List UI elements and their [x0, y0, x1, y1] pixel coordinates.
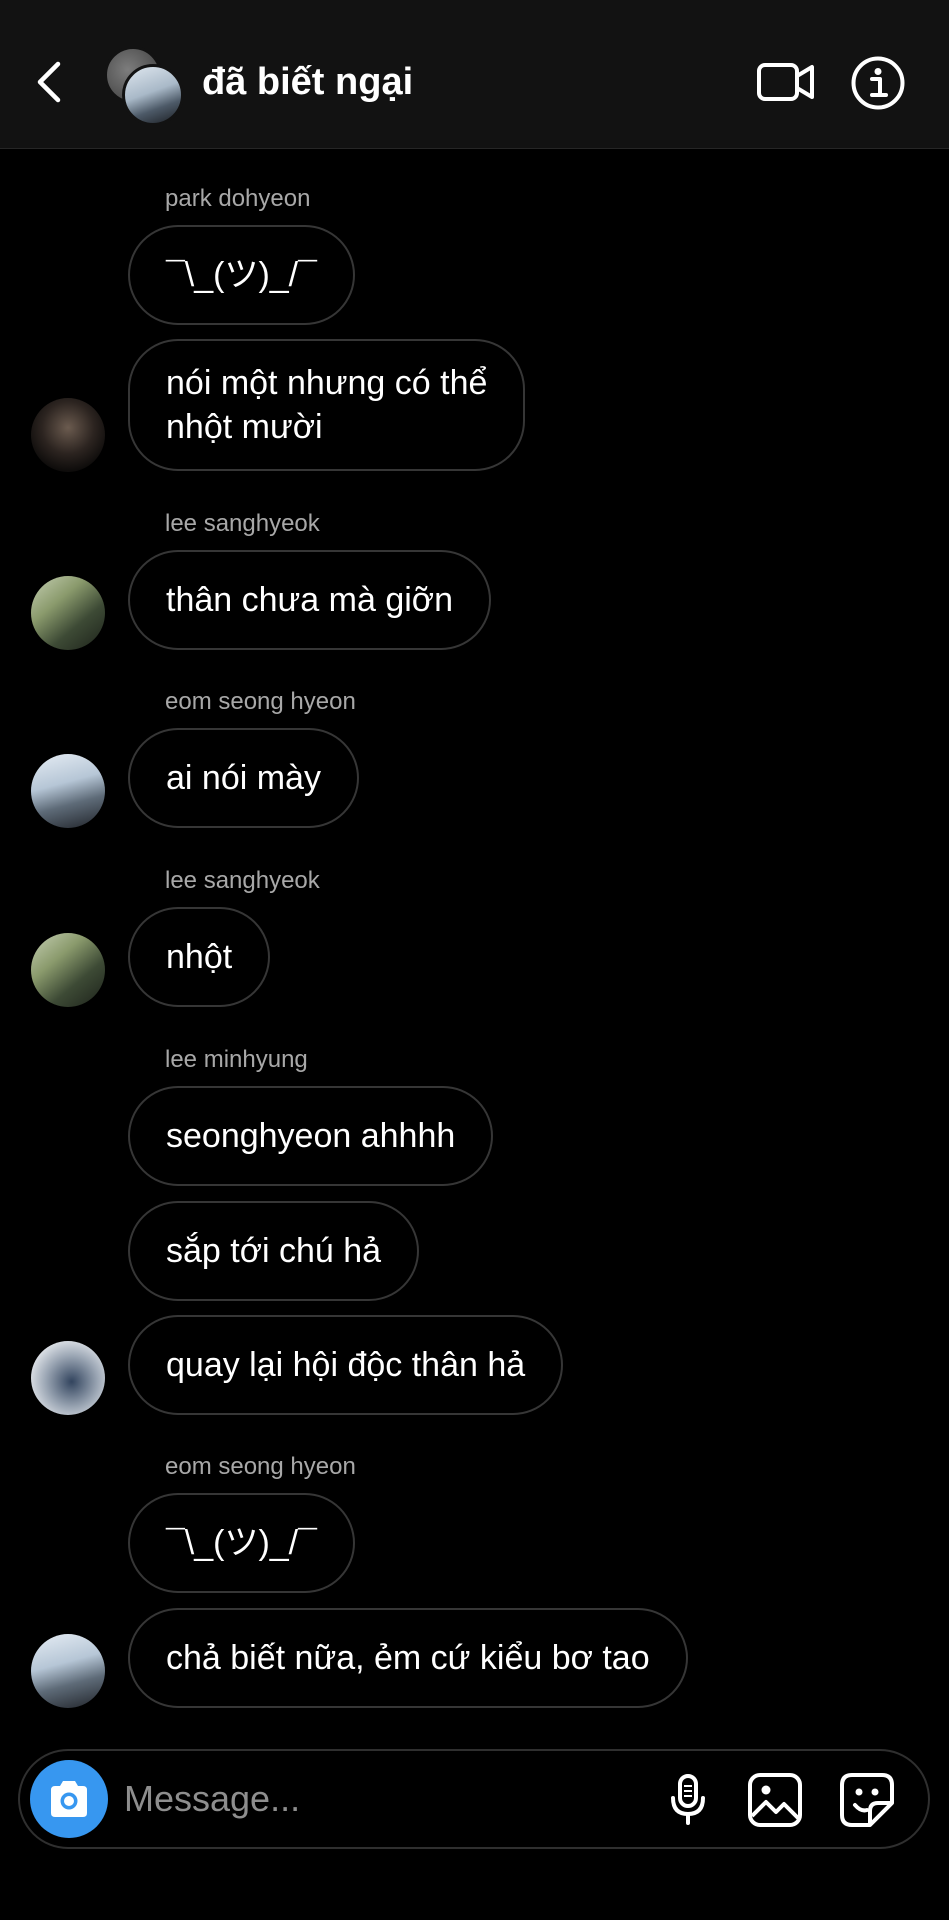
- gallery-icon: [748, 1773, 802, 1827]
- message-composer: [18, 1749, 930, 1849]
- avatar[interactable]: [31, 933, 105, 1007]
- chevron-left-icon: [37, 61, 61, 103]
- message-bubble[interactable]: ai nói mày: [128, 728, 359, 828]
- back-button[interactable]: [30, 52, 70, 112]
- avatar[interactable]: [31, 1341, 105, 1415]
- video-camera-icon: [757, 63, 814, 101]
- member-avatar: [122, 64, 184, 126]
- sender-name: eom seong hyeon: [165, 688, 356, 715]
- message-input[interactable]: [124, 1776, 624, 1822]
- sender-name: lee sanghyeok: [165, 510, 320, 537]
- microphone-icon: [671, 1774, 705, 1825]
- avatar[interactable]: [31, 754, 105, 828]
- sticker-button[interactable]: [838, 1771, 896, 1829]
- sender-name: lee sanghyeok: [165, 867, 320, 894]
- camera-icon: [51, 1781, 87, 1817]
- sender-name: lee minhyung: [165, 1046, 308, 1073]
- sender-name: park dohyeon: [165, 185, 311, 212]
- message-bubble[interactable]: thân chưa mà giỡn: [128, 550, 491, 650]
- sender-name: eom seong hyeon: [165, 1453, 356, 1480]
- message-bubble[interactable]: sắp tới chú hả: [128, 1201, 420, 1301]
- info-button[interactable]: [850, 55, 906, 111]
- sticker-icon: [840, 1773, 894, 1827]
- message-bubble[interactable]: ¯\_(ツ)_/¯: [128, 225, 355, 325]
- info-icon: [851, 56, 905, 110]
- avatar[interactable]: [31, 1634, 105, 1708]
- microphone-button[interactable]: [660, 1771, 716, 1827]
- gallery-button[interactable]: [746, 1771, 804, 1829]
- chat-header: đã biết ngại: [0, 0, 949, 149]
- video-call-button[interactable]: [756, 56, 816, 108]
- message-bubble[interactable]: nói một nhưng có thể nhột mười: [128, 339, 526, 471]
- avatar[interactable]: [31, 398, 105, 472]
- message-bubble[interactable]: ¯\_(ツ)_/¯: [128, 1493, 355, 1593]
- group-avatar[interactable]: [104, 46, 184, 126]
- message-bubble[interactable]: quay lại hội độc thân hả: [128, 1315, 564, 1415]
- chat-title[interactable]: đã biết ngại: [202, 58, 413, 106]
- avatar[interactable]: [31, 576, 105, 650]
- camera-button[interactable]: [30, 1760, 108, 1838]
- message-bubble[interactable]: chả biết nữa, ẻm cứ kiểu bơ tao: [128, 1608, 688, 1708]
- message-bubble[interactable]: seonghyeon ahhhh: [128, 1086, 494, 1186]
- message-bubble[interactable]: nhột: [128, 907, 271, 1007]
